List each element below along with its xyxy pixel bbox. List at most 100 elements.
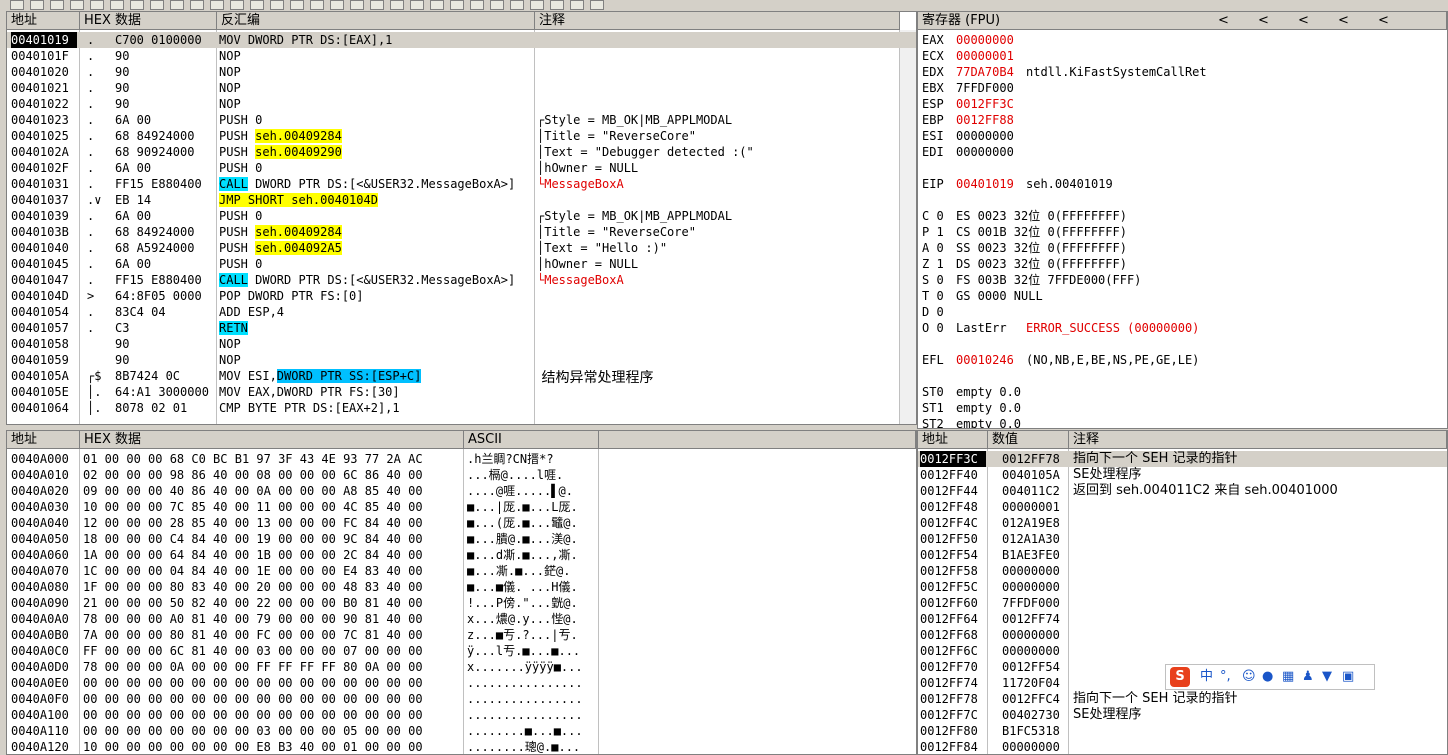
register-row[interactable]: EIP 00401019 seh.00401019: [918, 176, 1447, 192]
dump-header-ascii[interactable]: ASCII: [464, 431, 599, 449]
stack-row[interactable]: 0012FF64 0012FF74: [918, 611, 1447, 627]
dump-row[interactable]: 0040A0A0 78 00 00 00 A0 81 40 00 79 00 00…: [7, 611, 916, 627]
dump-row[interactable]: 0040A010 02 00 00 00 98 86 40 00 08 00 00…: [7, 467, 916, 483]
ime-punct-toggle[interactable]: °,: [1220, 665, 1231, 689]
toolbar-button[interactable]: [230, 0, 244, 10]
register-row[interactable]: C 0 ES 0023 32位 0(FFFFFFFF): [918, 208, 1447, 224]
ime-logo-icon[interactable]: S: [1170, 667, 1190, 687]
toolbar-button[interactable]: [290, 0, 304, 10]
register-row[interactable]: [918, 160, 1447, 176]
dump-row[interactable]: 0040A060 1A 00 00 00 64 84 40 00 1B 00 00…: [7, 547, 916, 563]
stack-row[interactable]: 0012FF40 0040105A SE处理程序: [918, 467, 1447, 483]
toolbar-button[interactable]: [130, 0, 144, 10]
grid-icon[interactable]: ▣: [1342, 665, 1354, 689]
register-row[interactable]: ST1 empty 0.0: [918, 400, 1447, 416]
register-row[interactable]: ESI 00000000: [918, 128, 1447, 144]
dump-row[interactable]: 0040A0B0 7A 00 00 00 80 81 40 00 FC 00 00…: [7, 627, 916, 643]
register-scroll-arrow[interactable]: <: [1298, 12, 1309, 29]
disasm-row[interactable]: 0040105E │. 64:A1 3000000 MOV EAX,DWORD PTR…: [7, 384, 916, 400]
stack-row[interactable]: 0012FF50 012A1A30: [918, 531, 1447, 547]
disasm-row[interactable]: 00401045. 6A 00 PUSH 0 │hOwner = NULL: [7, 256, 916, 272]
dump-row[interactable]: 0040A040 12 00 00 00 28 85 40 00 13 00 00…: [7, 515, 916, 531]
register-row[interactable]: D 0: [918, 304, 1447, 320]
toolbar-button[interactable]: [450, 0, 464, 10]
toolbar-button[interactable]: [10, 0, 24, 10]
keyboard-icon[interactable]: ▦: [1282, 665, 1294, 689]
toolbar-button[interactable]: [570, 0, 584, 10]
disasm-row[interactable]: 00401020. 90 NOP: [7, 64, 916, 80]
stack-row[interactable]: 0012FF7C 00402730 SE处理程序: [918, 707, 1447, 723]
register-scroll-arrow[interactable]: <: [1258, 12, 1269, 29]
stack-row[interactable]: 0012FF54 B1AE3FE0: [918, 547, 1447, 563]
stack-row[interactable]: 0012FF4C 012A19E8: [918, 515, 1447, 531]
mic-icon[interactable]: ●: [1262, 665, 1273, 689]
dump-header-hex[interactable]: HEX 数据: [80, 431, 464, 449]
toolbar-button[interactable]: [90, 0, 104, 10]
toolbar-button[interactable]: [530, 0, 544, 10]
ime-toolbar[interactable]: S 中 °, ☺ ● ▦ ♟ ▼ ▣: [1165, 664, 1375, 690]
register-row[interactable]: ESP 0012FF3C: [918, 96, 1447, 112]
stack-row[interactable]: 0012FF60 7FFDF000: [918, 595, 1447, 611]
disasm-header-comment[interactable]: 注释: [535, 12, 900, 30]
toolbar-button[interactable]: [510, 0, 524, 10]
register-row[interactable]: ST2 empty 0.0: [918, 416, 1447, 428]
dump-row[interactable]: 0040A100 00 00 00 00 00 00 00 00 00 00 00…: [7, 707, 916, 723]
disasm-row[interactable]: 00401025. 68 84924000 PUSH seh.00409284 │Ti…: [7, 128, 916, 144]
disasm-row[interactable]: 00401040. 68 A5924000 PUSH seh.004092A5 │Te…: [7, 240, 916, 256]
disasm-row[interactable]: 00401023. 6A 00 PUSH 0 ┌Style = MB_OK|MB_AP…: [7, 112, 916, 128]
toolbar-button[interactable]: [50, 0, 64, 10]
register-row[interactable]: T 0 GS 0000 NULL: [918, 288, 1447, 304]
toolbar-button[interactable]: [30, 0, 44, 10]
disasm-row[interactable]: 00401037 .∨ EB 14 JMP SHORT seh.0040104D: [7, 192, 916, 208]
toolbar-button[interactable]: [590, 0, 604, 10]
disasm-row[interactable]: 0040101F. 90 NOP: [7, 48, 916, 64]
stack-row[interactable]: 0012FF80 B1FC5318: [918, 723, 1447, 739]
toolbar-button[interactable]: [310, 0, 324, 10]
disasm-row[interactable]: 0040104D >64:8F05 0000 POP DWORD PTR FS:[0…: [7, 288, 916, 304]
emoji-icon[interactable]: ☺: [1242, 665, 1256, 689]
register-row[interactable]: [918, 336, 1447, 352]
dump-row[interactable]: 0040A070 1C 00 00 00 04 84 40 00 1E 00 00…: [7, 563, 916, 579]
toolbar-button[interactable]: [350, 0, 364, 10]
user-icon[interactable]: ♟: [1302, 665, 1314, 689]
register-row[interactable]: EFL 00010246 (NO,NB,E,BE,NS,PE,GE,LE): [918, 352, 1447, 368]
stack-row[interactable]: 0012FF44 004011C2 返回到 seh.004011C2 来自 seh.…: [918, 483, 1447, 499]
toolbar-button[interactable]: [370, 0, 384, 10]
disasm-row[interactable]: 00401022. 90 NOP: [7, 96, 916, 112]
stack-row[interactable]: 0012FF5C 00000000: [918, 579, 1447, 595]
dump-row[interactable]: 0040A090 21 00 00 00 50 82 40 00 22 00 00…: [7, 595, 916, 611]
toolbar-button[interactable]: [410, 0, 424, 10]
toolbar-button[interactable]: [430, 0, 444, 10]
disasm-row[interactable]: 00401064 │. 8078 02 01 CMP BYTE PTR DS:[EAX…: [7, 400, 916, 416]
disasm-row[interactable]: 0040102A. 68 90924000 PUSH seh.00409290 │Te…: [7, 144, 916, 160]
ime-lang-toggle[interactable]: 中: [1200, 665, 1213, 689]
dump-row[interactable]: 0040A0D0 78 00 00 00 0A 00 00 00 FF FF FF…: [7, 659, 916, 675]
stack-header-comment[interactable]: 注释: [1069, 431, 1447, 449]
disasm-row[interactable]: 00401019. C700 0100000 MOV DWORD PTR DS:[E…: [7, 32, 916, 48]
toolbar-button[interactable]: [110, 0, 124, 10]
dump-row[interactable]: 0040A0F0 00 00 00 00 00 00 00 00 00 00 00…: [7, 691, 916, 707]
register-row[interactable]: EBX 7FFDF000: [918, 80, 1447, 96]
register-scroll-arrow[interactable]: <: [1338, 12, 1349, 29]
disasm-row[interactable]: 0040102F. 6A 00 PUSH 0 │hOwner = NULL: [7, 160, 916, 176]
stack-row[interactable]: 0012FF48 00000001: [918, 499, 1447, 515]
dump-row[interactable]: 0040A030 10 00 00 00 7C 85 40 00 11 00 00…: [7, 499, 916, 515]
dump-row[interactable]: 0040A080 1F 00 00 00 80 83 40 00 20 00 00…: [7, 579, 916, 595]
register-row[interactable]: EDX 77DA70B4 ntdll.KiFastSystemCallRet: [918, 64, 1447, 80]
register-row[interactable]: A 0 SS 0023 32位 0(FFFFFFFF): [918, 240, 1447, 256]
dump-row[interactable]: 0040A000 01 00 00 00 68 C0 BC B1 97 3F 43…: [7, 451, 916, 467]
shirt-icon[interactable]: ▼: [1322, 665, 1332, 689]
toolbar-button[interactable]: [390, 0, 404, 10]
toolbar-button[interactable]: [70, 0, 84, 10]
stack-row[interactable]: 0012FF3C 0012FF78 指向下一个 SEH 记录的指针: [918, 451, 1447, 467]
disasm-row[interactable]: 00401054. 83C4 04 ADD ESP,4: [7, 304, 916, 320]
toolbar-button[interactable]: [170, 0, 184, 10]
toolbar-button[interactable]: [210, 0, 224, 10]
dump-row[interactable]: 0040A0E0 00 00 00 00 00 00 00 00 00 00 00…: [7, 675, 916, 691]
toolbar-button[interactable]: [330, 0, 344, 10]
disasm-row[interactable]: 00401057. C3 RETN: [7, 320, 916, 336]
disasm-row[interactable]: 00401058 90 NOP: [7, 336, 916, 352]
register-row[interactable]: Z 1 DS 0023 32位 0(FFFFFFFF): [918, 256, 1447, 272]
disasm-row[interactable]: 00401021. 90 NOP: [7, 80, 916, 96]
register-row[interactable]: P 1 CS 001B 32位 0(FFFFFFFF): [918, 224, 1447, 240]
